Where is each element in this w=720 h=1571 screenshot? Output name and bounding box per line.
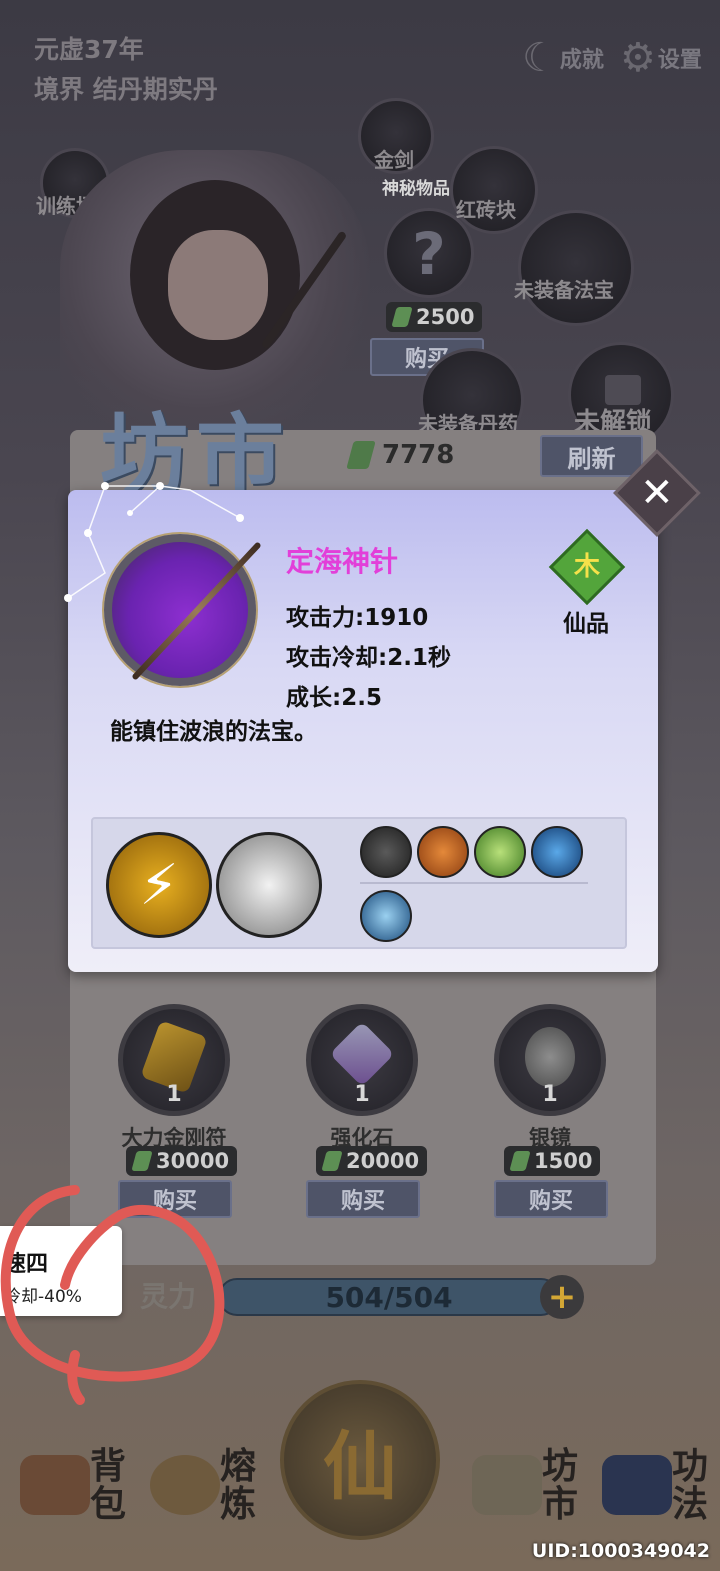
- lock-icon: [605, 375, 641, 405]
- treasure-icon: [104, 534, 256, 686]
- buy-label: 购买: [340, 1189, 385, 1214]
- nav-refine[interactable]: 熔炼: [150, 1440, 260, 1530]
- year-text: 元虚37年: [34, 35, 144, 64]
- close-icon: ✕: [640, 469, 674, 516]
- uid-text: UID:1000349042: [531, 1540, 710, 1562]
- nav-skills-label: 功法: [672, 1445, 709, 1525]
- moon-icon: ☾: [522, 35, 558, 81]
- market-item-card[interactable]: 1 银镜: [490, 1004, 610, 1152]
- mystery-items-label: 神秘物品: [382, 179, 450, 199]
- cultivate-button[interactable]: 仙: [280, 1380, 440, 1540]
- buff-title: 速四: [4, 1252, 49, 1277]
- spirit-add-button[interactable]: +: [540, 1275, 584, 1319]
- buy-button[interactable]: 购买: [306, 1180, 420, 1218]
- bag-icon: [20, 1455, 90, 1515]
- mystery-price-value: 2500: [416, 305, 475, 329]
- nav-bag[interactable]: 背包: [20, 1440, 130, 1530]
- buff-desc: 冷却-40%: [4, 1287, 82, 1307]
- achievements-button[interactable]: ☾ 成就: [522, 28, 604, 88]
- item-count: 1: [354, 1082, 370, 1107]
- book-icon: [602, 1455, 672, 1515]
- unequipped-treasure-label: 未装备法宝: [514, 278, 614, 302]
- item-count: 1: [542, 1082, 558, 1107]
- scroll-icon: [472, 1455, 542, 1515]
- nav-market-label: 坊市: [542, 1445, 579, 1525]
- balance-value: 7778: [382, 440, 455, 470]
- treasure-slot-node[interactable]: [518, 210, 634, 326]
- status-info: 元虚37年 境界 结丹期实丹: [34, 30, 218, 110]
- item-price: 30000: [126, 1146, 238, 1176]
- spirit-stone-icon: [509, 1151, 531, 1171]
- red-brick-label: 红砖块: [456, 198, 516, 222]
- buy-label: 购买: [152, 1189, 197, 1214]
- arrow-buff-icon[interactable]: [417, 826, 469, 878]
- blade-skill-icon[interactable]: [216, 832, 322, 938]
- skill-divider: [360, 882, 588, 884]
- settings-button[interactable]: ⚙ 设置: [620, 28, 702, 88]
- market-item-card[interactable]: 1 大力金刚符: [114, 1004, 234, 1152]
- grade-text: 仙品: [563, 611, 609, 637]
- item-title: 定海神针: [286, 545, 399, 578]
- item-price-value: 1500: [534, 1149, 593, 1173]
- grade-symbol: 木: [573, 552, 600, 582]
- gear-icon: ⚙: [620, 35, 656, 81]
- buy-button[interactable]: 购买: [118, 1180, 232, 1218]
- sprout-buff-icon[interactable]: [474, 826, 526, 878]
- cultivate-label: 仙: [323, 1423, 397, 1510]
- buy-button[interactable]: 购买: [494, 1180, 608, 1218]
- settings-label: 设置: [657, 48, 702, 73]
- nav-bag-label: 背包: [90, 1445, 127, 1525]
- realm-text: 境界 结丹期实丹: [34, 75, 218, 104]
- refresh-button[interactable]: 刷新: [540, 435, 643, 477]
- item-icon-ring: 1: [306, 1004, 418, 1116]
- gold-sword-label: 金剑: [374, 148, 414, 172]
- spirit-stone-icon: [321, 1151, 343, 1171]
- mirror-icon: [525, 1027, 575, 1087]
- spirit-bar: 504/504: [218, 1278, 560, 1316]
- character-face: [168, 230, 268, 340]
- spirit-value: 504/504: [325, 1280, 453, 1314]
- buy-label: 购买: [528, 1189, 573, 1214]
- growth-stat: 成长:2.5: [286, 685, 382, 711]
- spirit-stone-icon: [346, 441, 376, 469]
- mystery-price: 2500: [386, 302, 483, 332]
- wind-buff-icon[interactable]: [360, 890, 412, 942]
- spirit-label: 灵力: [140, 1280, 197, 1313]
- achievements-label: 成就: [559, 48, 604, 73]
- sword-buff-icon[interactable]: [360, 826, 412, 878]
- attack-stat: 攻击力:1910: [286, 605, 429, 631]
- item-price: 20000: [316, 1146, 428, 1176]
- item-price: 1500: [504, 1146, 601, 1176]
- plus-icon: +: [547, 1277, 577, 1317]
- nav-skills[interactable]: 功法: [602, 1440, 712, 1530]
- crystal-icon: [329, 1021, 395, 1087]
- wolf-buff-icon[interactable]: [531, 826, 583, 878]
- market-balance: 7778: [346, 440, 455, 470]
- nav-refine-label: 熔炼: [220, 1445, 257, 1525]
- mystery-item-node[interactable]: ?: [384, 208, 474, 298]
- spirit-stone-icon: [131, 1151, 153, 1171]
- refresh-label: 刷新: [567, 444, 616, 473]
- item-icon-ring: 1: [494, 1004, 606, 1116]
- item-price-value: 30000: [156, 1149, 230, 1173]
- item-description: 能镇住波浪的法宝。: [110, 719, 317, 745]
- lightning-skill-icon[interactable]: ⚡: [106, 832, 212, 938]
- item-price-value: 20000: [346, 1149, 420, 1173]
- spirit-stone-icon: [391, 307, 413, 327]
- furnace-icon: [150, 1455, 220, 1515]
- cooldown-stat: 攻击冷却:2.1秒: [286, 645, 451, 671]
- market-item-card[interactable]: 1 强化石: [302, 1004, 422, 1152]
- item-icon-ring: 1: [118, 1004, 230, 1116]
- nav-market[interactable]: 坊市: [472, 1440, 582, 1530]
- item-count: 1: [166, 1082, 182, 1107]
